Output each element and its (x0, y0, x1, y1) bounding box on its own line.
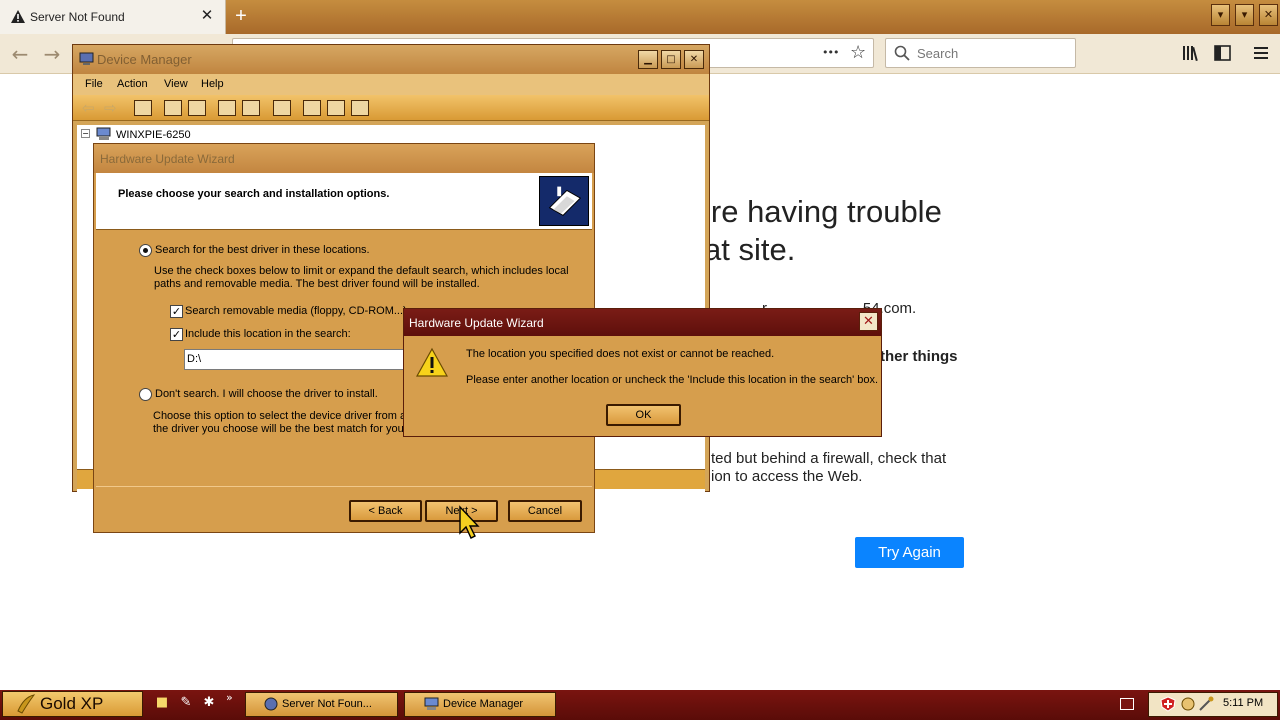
wizard-header (96, 173, 592, 230)
toolbar-print-icon[interactable] (188, 100, 206, 116)
include-location-checkbox[interactable]: ✓ (170, 328, 183, 341)
menu-file[interactable]: File (85, 78, 103, 90)
wizard-heading: Please choose your search and installati… (118, 188, 390, 200)
toolbar-properties-icon[interactable] (164, 100, 182, 116)
library-icon[interactable] (1182, 45, 1200, 61)
option1-label[interactable]: Search for the best driver in these loca… (155, 244, 370, 256)
back-arrow-icon[interactable]: ← (8, 42, 32, 66)
device-manager-title: Device Manager (97, 52, 192, 67)
option1-desc1: Use the check boxes below to limit or ex… (154, 265, 569, 277)
search-placeholder: Search (917, 46, 959, 61)
dont-search-radio[interactable] (139, 388, 152, 401)
bookmark-star-icon[interactable]: ☆ (850, 42, 866, 63)
dm-maximize-icon[interactable]: □ (661, 50, 681, 69)
menu-help[interactable]: Help (201, 78, 224, 90)
option2-desc1: Choose this option to select the device … (153, 410, 412, 422)
tab-close-icon[interactable]: ✕ (198, 7, 216, 25)
task-label: Server Not Foun... (282, 698, 372, 710)
new-tab-icon[interactable]: + (230, 4, 252, 28)
toolbar-forward-icon[interactable]: ⇨ (104, 99, 117, 117)
toolbar-back-icon[interactable]: ⇦ (82, 99, 95, 117)
dm-minimize-icon[interactable]: ▁ (638, 50, 658, 69)
search-input[interactable] (885, 38, 1076, 68)
computer-icon (79, 52, 94, 65)
search-icon (894, 45, 910, 61)
start-label: Gold XP (40, 694, 104, 713)
error-firewall-line1: ted but behind a firewall, check that (711, 450, 947, 467)
error-title-line1: ’re having trouble (704, 194, 942, 229)
error-title: ’re having trouble at site. (704, 193, 1004, 269)
menu-view[interactable]: View (164, 78, 188, 90)
sidebar-icon[interactable] (1214, 45, 1231, 61)
mouse-cursor-icon (459, 505, 480, 539)
error-dialog: Hardware Update Wizard ✕ The location yo… (403, 308, 882, 437)
menu-icon[interactable] (1254, 46, 1268, 60)
hardware-card-icon (539, 176, 589, 226)
try-again-button[interactable]: Try Again (855, 537, 964, 568)
tree-root-label[interactable]: WINXPIE-6250 (116, 129, 191, 141)
tab-title: Server Not Found (30, 10, 125, 24)
computer-icon (424, 697, 439, 710)
option2-desc2: the driver you choose will be the best m… (153, 423, 408, 435)
dialog-close-icon[interactable]: ✕ (859, 312, 878, 331)
warning-icon (416, 347, 448, 377)
page-actions-icon[interactable]: ••• (822, 46, 839, 59)
dialog-message-2: Please enter another location or uncheck… (466, 374, 879, 386)
option1-desc2: paths and removable media. The best driv… (154, 278, 480, 290)
search-driver-radio[interactable] (139, 244, 152, 257)
wizard-divider (96, 486, 592, 487)
dialog-message-1: The location you specified does not exis… (466, 348, 775, 360)
removable-media-checkbox[interactable]: ✓ (170, 305, 183, 318)
check2-label[interactable]: Include this location in the search: (185, 328, 351, 340)
error-title-line2: at site. (704, 232, 796, 267)
ok-button[interactable]: OK (606, 404, 681, 426)
quicklaunch-browser-icon[interactable]: ✎ (178, 695, 194, 711)
keyboard-icon[interactable] (1120, 698, 1134, 710)
dialog-title: Hardware Update Wizard (409, 316, 544, 330)
back-button[interactable]: < Back (349, 500, 422, 522)
toolbar-update-driver-icon[interactable] (303, 100, 321, 116)
network-icon[interactable] (1180, 696, 1196, 712)
toolbar-uninstall-icon[interactable] (327, 100, 345, 116)
location-path-input[interactable]: D:\ (184, 349, 404, 370)
error-firewall-line2: ion to access the Web. (711, 468, 863, 485)
tree-collapse-icon[interactable]: − (81, 129, 90, 138)
quicklaunch-chevron-icon[interactable]: » (226, 691, 233, 704)
forward-arrow-icon[interactable]: → (40, 42, 64, 66)
toolbar-tree-icon[interactable] (242, 100, 260, 116)
menu-action[interactable]: Action (117, 78, 148, 90)
warning-icon (11, 10, 25, 23)
close-window-icon[interactable]: ✕ (1259, 4, 1278, 26)
computer-icon (96, 127, 111, 140)
wizard-title: Hardware Update Wizard (100, 152, 235, 166)
toolbar-disable-icon[interactable] (351, 100, 369, 116)
folder-icon[interactable]: ■ (154, 695, 170, 711)
toolbar-scan-icon[interactable] (273, 100, 291, 116)
tools-icon[interactable] (1198, 696, 1216, 712)
error-other-things: ther things (880, 348, 958, 365)
check1-label[interactable]: Search removable media (floppy, CD-ROM..… (185, 305, 407, 317)
minimize-icon[interactable]: ▾ (1211, 4, 1230, 26)
cancel-button[interactable]: Cancel (508, 500, 582, 522)
shield-icon[interactable] (1160, 696, 1176, 712)
dm-close-icon[interactable]: ✕ (684, 50, 704, 69)
option2-label[interactable]: Don't search. I will choose the driver t… (155, 388, 378, 400)
task-label: Device Manager (443, 698, 524, 710)
browser-task-icon (264, 697, 278, 711)
maximize-icon[interactable]: ▾ (1235, 4, 1254, 26)
toolbar-view-icon[interactable] (134, 100, 152, 116)
clock: 5:11 PM (1223, 697, 1264, 709)
quicklaunch-media-icon[interactable]: ✱ (201, 695, 217, 711)
toolbar-help-icon[interactable] (218, 100, 236, 116)
start-logo-icon (17, 694, 36, 714)
